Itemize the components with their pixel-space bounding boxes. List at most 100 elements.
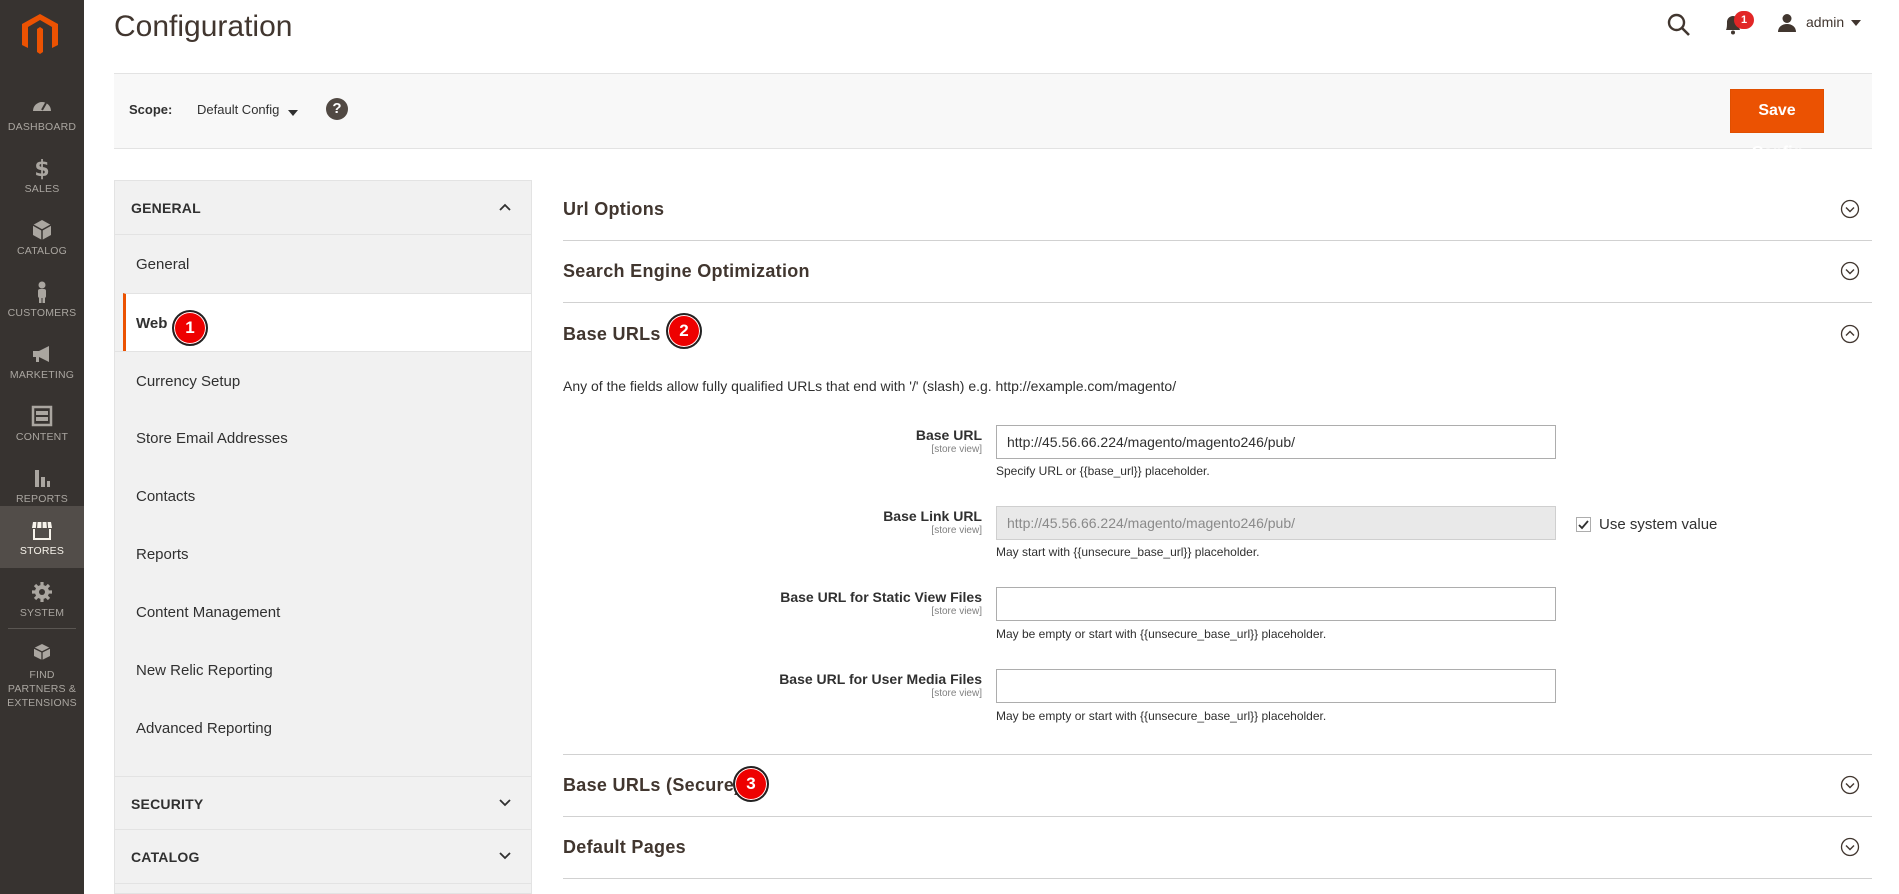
field-note: May start with {{unsecure_base_url}} pla…: [996, 545, 1260, 559]
checkmark-icon: [1578, 520, 1589, 530]
sidebar-section-title: SECURITY: [131, 796, 204, 812]
field-note: May be empty or start with {{unsecure_ba…: [996, 709, 1327, 723]
menu-item-content[interactable]: CONTENT: [0, 392, 84, 454]
use-system-value-checkbox[interactable]: [1576, 517, 1591, 532]
expand-icon[interactable]: [1840, 199, 1860, 219]
cube-icon: [32, 220, 52, 240]
field-scope-tag: [store view]: [931, 444, 982, 455]
menu-label-catalog: CATALOG: [16, 245, 68, 257]
config-sidebar: GENERAL General Web Currency Setup Store…: [114, 180, 532, 894]
menu-item-catalog[interactable]: CATALOG: [0, 206, 84, 268]
menu-label-marketing: MARKETING: [9, 369, 75, 381]
field-note: Specify URL or {{base_url}} placeholder.: [996, 464, 1210, 478]
sidebar-item-currency-setup[interactable]: Currency Setup: [115, 351, 531, 409]
group-default-pages[interactable]: Default Pages: [563, 817, 1872, 879]
expand-icon[interactable]: [1840, 837, 1860, 857]
base-link-url-input[interactable]: [996, 506, 1556, 540]
chevron-up-icon[interactable]: [497, 199, 513, 215]
sidebar-item-label: Content Management: [136, 604, 281, 621]
group-base-urls[interactable]: Base URLs: [563, 304, 1872, 366]
page-title: Configuration: [114, 10, 293, 43]
step-marker-2: 2: [666, 313, 702, 349]
admin-username[interactable]: admin: [1806, 14, 1844, 30]
group-title: Base URLs: [563, 324, 661, 344]
step-marker-3: 3: [733, 766, 769, 802]
static-view-files-url-input[interactable]: [996, 587, 1556, 621]
menu-label-customers: CUSTOMERS: [7, 307, 77, 319]
notification-count-badge: 1: [1734, 11, 1754, 29]
sidebar-item-content-management[interactable]: Content Management: [115, 583, 531, 641]
chevron-down-icon[interactable]: [497, 795, 513, 811]
group-title: Default Pages: [563, 837, 686, 857]
search-icon[interactable]: [1666, 12, 1692, 38]
field-label-base-link-url: Base Link URL: [883, 508, 982, 524]
menu-label-system: SYSTEM: [19, 607, 65, 619]
user-icon[interactable]: [1776, 12, 1798, 34]
sidebar-item-general[interactable]: General: [115, 235, 531, 293]
expand-icon[interactable]: [1840, 775, 1860, 795]
sidebar-item-reports[interactable]: Reports: [115, 525, 531, 583]
field-scope-tag: [store view]: [931, 606, 982, 617]
menu-label-reports: REPORTS: [16, 493, 68, 505]
person-icon: [38, 281, 46, 303]
sidebar-section-security[interactable]: SECURITY: [115, 776, 531, 830]
store-icon: [32, 521, 52, 540]
field-note: May be empty or start with {{unsecure_ba…: [996, 627, 1327, 641]
base-url-input[interactable]: [996, 425, 1556, 459]
magento-logo-icon[interactable]: [20, 12, 60, 56]
sidebar-item-new-relic-reporting[interactable]: New Relic Reporting: [115, 641, 531, 699]
sidebar-item-label: Web: [136, 315, 168, 332]
admin-menu: DASHBOARD $ SALES CATALOG CUSTOMERS MARK…: [0, 0, 84, 894]
group-title: Url Options: [563, 199, 665, 219]
dollar-icon: $: [34, 157, 49, 180]
field-scope-tag: [store view]: [931, 688, 982, 699]
sidebar-item-store-email-addresses[interactable]: Store Email Addresses: [115, 409, 531, 467]
expand-icon[interactable]: [1840, 261, 1860, 281]
gear-icon: [32, 582, 52, 602]
menu-item-marketing[interactable]: MARKETING: [0, 330, 84, 392]
menu-label-sales: SALES: [24, 183, 60, 195]
sidebar-item-label: Advanced Reporting: [136, 720, 272, 737]
svg-text:$: $: [34, 157, 49, 180]
sidebar-section-general[interactable]: GENERAL: [115, 181, 531, 235]
use-system-value-label[interactable]: Use system value: [1599, 516, 1717, 533]
menu-item-system[interactable]: SYSTEM: [0, 568, 84, 630]
collapse-icon[interactable]: [1840, 324, 1860, 344]
dashboard-icon: [33, 102, 51, 111]
megaphone-icon: [33, 346, 49, 362]
step-marker-1: 1: [172, 310, 208, 346]
sidebar-item-label: General: [136, 256, 190, 273]
bar-chart-icon: [35, 470, 50, 487]
menu-item-sales[interactable]: $ SALES: [0, 144, 84, 206]
group-search-engine-optimization[interactable]: Search Engine Optimization: [563, 241, 1872, 303]
field-label-static-view-files: Base URL for Static View Files: [780, 589, 982, 605]
menu-label-dashboard: DASHBOARD: [7, 121, 77, 133]
sidebar-section-catalog[interactable]: CATALOG: [115, 830, 531, 884]
save-config-button[interactable]: Save Config: [1730, 89, 1824, 161]
group-title: Search Engine Optimization: [563, 261, 810, 281]
sidebar-section-title: GENERAL: [131, 200, 201, 216]
help-icon[interactable]: ?: [326, 98, 348, 120]
menu-label-find-partners: FIND PARTNERS & EXTENSIONS: [7, 669, 77, 709]
group-title: Base URLs (Secure): [563, 775, 741, 795]
menu-item-customers[interactable]: CUSTOMERS: [0, 268, 84, 330]
menu-item-dashboard[interactable]: DASHBOARD: [0, 82, 84, 144]
scope-switcher[interactable]: Default Config: [197, 102, 279, 117]
menu-item-stores[interactable]: STORES: [0, 506, 84, 568]
sidebar-item-label: Store Email Addresses: [136, 430, 288, 447]
sidebar-item-label: New Relic Reporting: [136, 662, 273, 679]
menu-item-find-partners[interactable]: FIND PARTNERS & EXTENSIONS: [0, 630, 84, 709]
sidebar-item-advanced-reporting[interactable]: Advanced Reporting: [115, 699, 531, 757]
chevron-down-icon[interactable]: [497, 848, 513, 864]
sidebar-section-title: CATALOG: [131, 849, 200, 865]
chevron-down-icon[interactable]: [1851, 20, 1861, 26]
user-media-files-url-input[interactable]: [996, 669, 1556, 703]
sidebar-item-contacts[interactable]: Contacts: [115, 467, 531, 525]
field-label-base-url: Base URL: [915, 427, 982, 443]
group-url-options[interactable]: Url Options: [563, 179, 1872, 241]
scope-label: Scope:: [129, 102, 173, 117]
menu-label-content: CONTENT: [15, 431, 69, 443]
layout-icon: [31, 405, 53, 427]
scope-caret-icon[interactable]: [288, 110, 298, 116]
field-label-user-media-files: Base URL for User Media Files: [779, 671, 982, 687]
